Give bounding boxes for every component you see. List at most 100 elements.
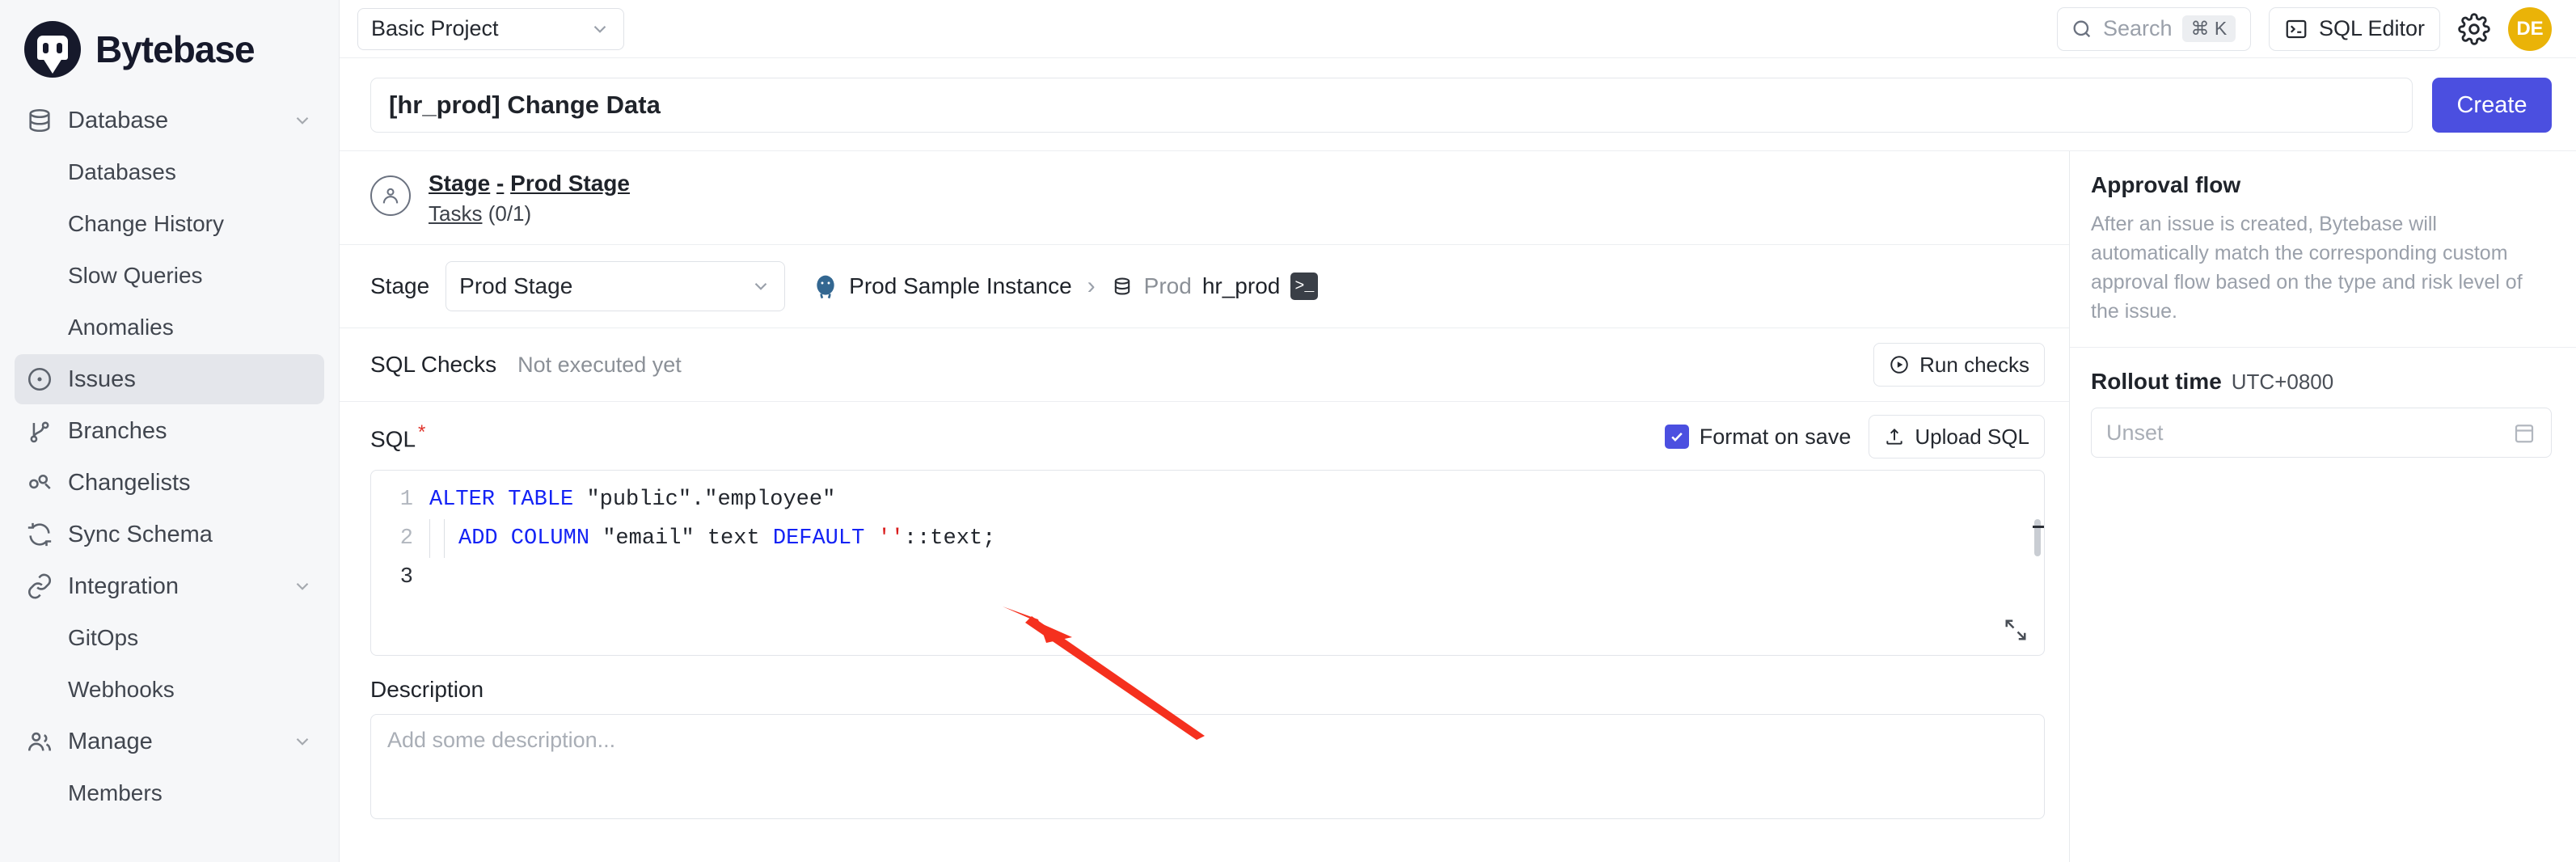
upload-sql-label: Upload SQL — [1915, 425, 2029, 450]
avatar[interactable]: DE — [2508, 7, 2552, 51]
code-token: ADD COLUMN — [458, 526, 589, 551]
play-circle-icon — [1889, 354, 1910, 375]
sidebar-item-members[interactable]: Members — [15, 768, 324, 818]
chevron-down-icon — [292, 576, 313, 597]
search-shortcut-badge: ⌘ K — [2182, 15, 2236, 42]
stage-dropdown[interactable]: Prod Stage — [446, 261, 785, 311]
sidebar-item-slow-queries[interactable]: Slow Queries — [15, 251, 324, 301]
issue-title-row: Create — [340, 58, 2576, 150]
sidebar-item-anomalies[interactable]: Anomalies — [15, 302, 324, 353]
stage-selector-row: Stage Prod Stage Prod Sample Instance › — [340, 245, 2069, 328]
issue-sidebar-column: Approval flow After an issue is created,… — [2070, 151, 2576, 862]
rollout-time-input[interactable]: Unset — [2091, 408, 2552, 458]
top-actions: Search ⌘ K SQL Editor DE — [2057, 7, 2552, 51]
format-on-save-toggle[interactable]: Format on save — [1665, 425, 1852, 450]
postgres-icon — [813, 273, 838, 299]
editor-cursor-marker — [2033, 526, 2044, 528]
rollout-time-value: Unset — [2106, 420, 2512, 446]
indent-guide — [429, 519, 444, 558]
code-line: 1 ALTER TABLE "public"."employee" — [371, 480, 2044, 519]
gear-icon[interactable] — [2458, 13, 2490, 45]
changelist-icon — [26, 469, 53, 496]
line-number: 1 — [371, 480, 429, 519]
code-token: "email" text — [589, 526, 773, 551]
sidebar-label: Integration — [68, 573, 277, 600]
terminal-icon[interactable]: >_ — [1290, 273, 1318, 300]
issue-title-input[interactable] — [370, 78, 2413, 133]
upload-icon — [1884, 426, 1905, 447]
run-checks-label: Run checks — [1919, 353, 2029, 378]
stage-dropdown-value: Prod Stage — [459, 273, 750, 299]
sql-checks-status: Not executed yet — [517, 353, 682, 378]
sql-editor[interactable]: 1 ALTER TABLE "public"."employee" 2 ADD … — [370, 470, 2045, 656]
sidebar-item-issues[interactable]: Issues — [15, 354, 324, 404]
sql-section-header: SQL* Format on save Upload SQL — [340, 402, 2069, 470]
search-input[interactable]: Search ⌘ K — [2057, 7, 2251, 51]
sql-checks-row: SQL Checks Not executed yet Run checks — [340, 328, 2069, 402]
sidebar-item-webhooks[interactable]: Webhooks — [15, 665, 324, 715]
sidebar-item-branches[interactable]: Branches — [15, 406, 324, 456]
approval-flow-description: After an issue is created, Bytebase will… — [2091, 209, 2552, 326]
description-block: Description — [340, 656, 2069, 823]
sidebar-item-integration[interactable]: Integration — [15, 561, 324, 611]
checkbox-checked-icon — [1665, 425, 1689, 449]
code-token — [864, 526, 877, 551]
description-textarea[interactable] — [370, 714, 2045, 819]
content-area: Stage - Prod Stage Tasks (0/1) Stage Pro… — [340, 150, 2576, 862]
sql-label: SQL — [370, 426, 416, 451]
brand-logo[interactable]: Bytebase — [0, 0, 339, 95]
sidebar-label: Branches — [68, 418, 313, 445]
breadcrumb-chevron-icon: › — [1087, 273, 1096, 300]
upload-sql-button[interactable]: Upload SQL — [1869, 415, 2045, 458]
create-button[interactable]: Create — [2432, 78, 2552, 133]
code-token — [573, 488, 586, 512]
sidebar-label: Manage — [68, 729, 277, 755]
link-icon — [26, 573, 53, 600]
sidebar-item-manage[interactable]: Manage — [15, 716, 324, 767]
sidebar: Bytebase Database Databases Change Histo… — [0, 0, 340, 862]
code-token: ALTER TABLE — [429, 488, 573, 512]
sql-code[interactable]: 1 ALTER TABLE "public"."employee" 2 ADD … — [371, 471, 2044, 597]
stage-label: Stage — [370, 273, 429, 299]
chevron-down-icon — [292, 110, 313, 131]
sync-icon — [26, 521, 53, 548]
sidebar-item-sync-schema[interactable]: Sync Schema — [15, 509, 324, 560]
chevron-down-icon — [292, 731, 313, 752]
approval-flow-panel: Approval flow After an issue is created,… — [2070, 151, 2576, 348]
stage-breadcrumb: Stage - Prod Stage Tasks (0/1) — [340, 151, 2069, 245]
instance-name[interactable]: Prod Sample Instance — [849, 273, 1072, 299]
format-on-save-label: Format on save — [1700, 425, 1852, 450]
code-line: 2 ADD COLUMN "email" text DEFAULT ''::te… — [371, 519, 2044, 558]
description-label: Description — [370, 677, 2045, 703]
sidebar-label: Sync Schema — [68, 522, 313, 548]
sql-editor-label: SQL Editor — [2319, 16, 2425, 41]
sidebar-item-changelists[interactable]: Changelists — [15, 458, 324, 508]
tasks-link[interactable]: Tasks — [429, 201, 482, 226]
approval-flow-title: Approval flow — [2091, 172, 2552, 198]
run-checks-button[interactable]: Run checks — [1873, 343, 2045, 387]
issue-circle-icon — [26, 366, 53, 393]
expand-icon[interactable] — [2004, 618, 2028, 642]
editor-scrollbar[interactable] — [2034, 519, 2041, 556]
sql-editor-button[interactable]: SQL Editor — [2269, 7, 2440, 51]
sidebar-item-database[interactable]: Database — [15, 95, 324, 146]
database-icon — [26, 107, 53, 134]
tasks-count: (0/1) — [488, 201, 531, 226]
sql-checks-label: SQL Checks — [370, 352, 496, 378]
sidebar-item-databases[interactable]: Databases — [15, 147, 324, 197]
code-token: "public"."employee" — [586, 488, 835, 512]
chevron-down-icon — [589, 19, 610, 40]
stage-link[interactable]: Stage — [429, 171, 490, 196]
chevron-down-icon — [750, 276, 771, 297]
sidebar-item-change-history[interactable]: Change History — [15, 199, 324, 249]
stage-name-link[interactable]: Prod Stage — [510, 171, 630, 196]
database-name[interactable]: hr_prod — [1202, 273, 1281, 299]
sidebar-item-gitops[interactable]: GitOps — [15, 613, 324, 663]
sidebar-label: Database — [68, 108, 277, 134]
sidebar-label: Changelists — [68, 470, 313, 496]
search-icon — [2071, 18, 2093, 40]
rollout-time-title: Rollout time — [2091, 369, 2222, 395]
environment-name: Prod — [1144, 273, 1192, 299]
project-selector[interactable]: Basic Project — [357, 8, 624, 50]
rollout-time-panel: Rollout time UTC+0800 Unset — [2070, 348, 2576, 479]
